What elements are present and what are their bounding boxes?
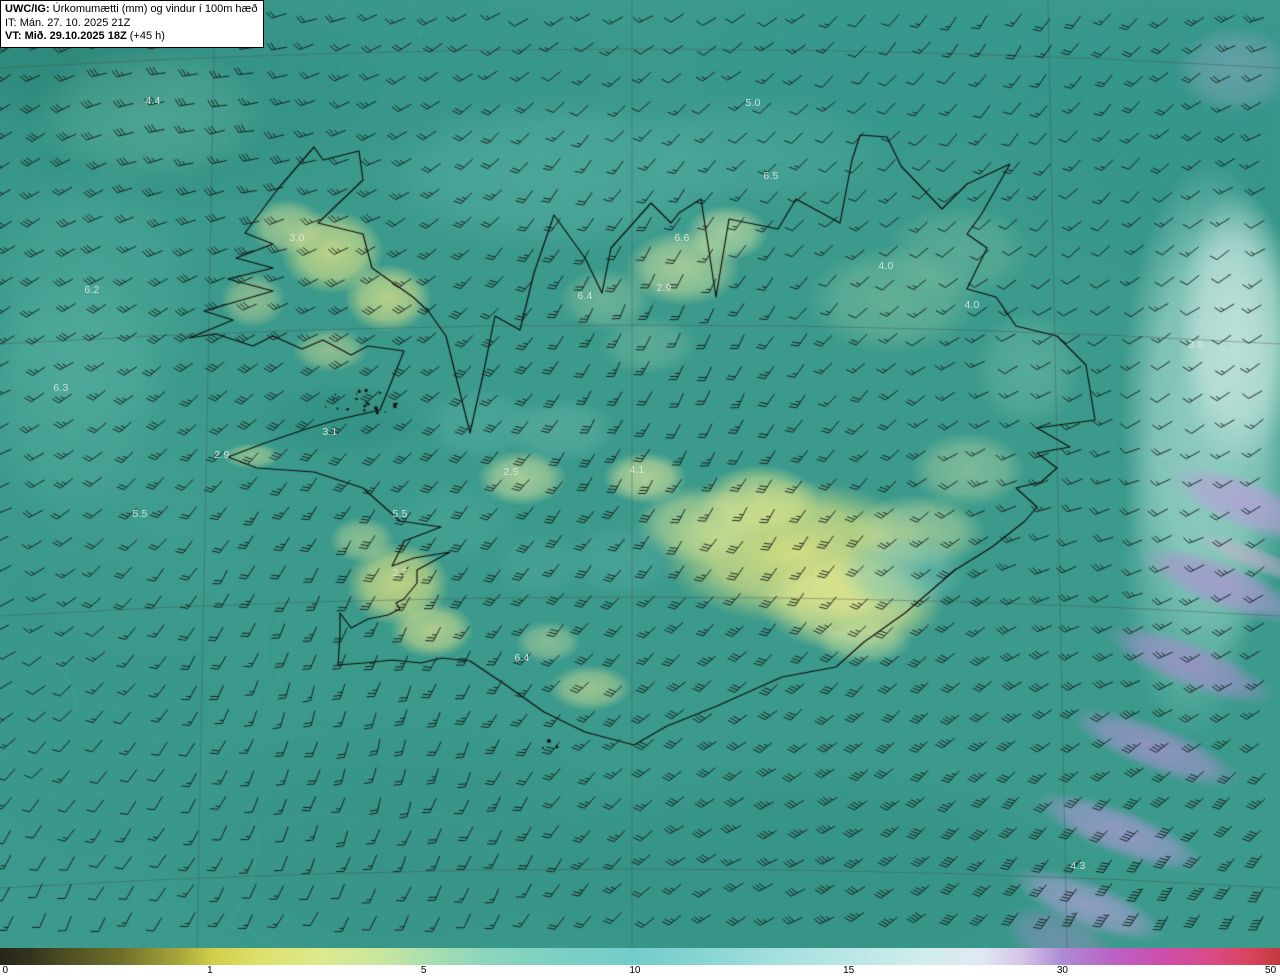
weather-map: 4.4 5.0 6.5 3.0 6.6 4.0 6.2 2.9 6.4 4.0 3.9 6.3 3.1 2… bbox=[0, 0, 1280, 978]
title-box: UWC/IG: Úrkomumætti (mm) og vindur í 100… bbox=[0, 0, 265, 48]
init-time-value: Mán. 27. 10. 2025 21Z bbox=[19, 16, 131, 29]
colorbar-tick-label: 15 bbox=[843, 965, 855, 976]
colorbar: 0 1 5 10 15 30 50 bbox=[0, 948, 1280, 978]
init-time-line: IT: Mán. 27. 10. 2025 21Z bbox=[5, 17, 257, 31]
colorbar-tick-label: 10 bbox=[629, 965, 641, 976]
valid-time-line: VT: Mið. 29.10.2025 18Z (+45 h) bbox=[5, 30, 257, 44]
model-label: UWC/IG: bbox=[5, 3, 50, 15]
colorbar-tick-label: 5 bbox=[420, 965, 427, 976]
colorbar-tick-label: 1 bbox=[207, 965, 213, 976]
valid-time-offset: (+45 h) bbox=[129, 30, 165, 42]
valid-time-label: VT: bbox=[5, 30, 22, 42]
colorbar-tick-label: 0 bbox=[2, 965, 9, 976]
colorbar-ticks: 0 1 5 10 15 30 50 bbox=[0, 965, 1280, 978]
map-canvas bbox=[0, 0, 1280, 948]
init-time-label: IT: bbox=[5, 16, 17, 29]
valid-time-value: Mið. 29.10.2025 18Z bbox=[24, 30, 127, 42]
title-line: UWC/IG: Úrkomumætti (mm) og vindur í 100… bbox=[5, 3, 257, 17]
colorbar-tick-label: 50 bbox=[1265, 965, 1277, 976]
colorbar-tick-label: 30 bbox=[1056, 965, 1068, 976]
colorbar-gradient bbox=[0, 948, 1280, 965]
map-title: Úrkomumætti (mm) og vindur í 100m hæð bbox=[52, 3, 258, 15]
